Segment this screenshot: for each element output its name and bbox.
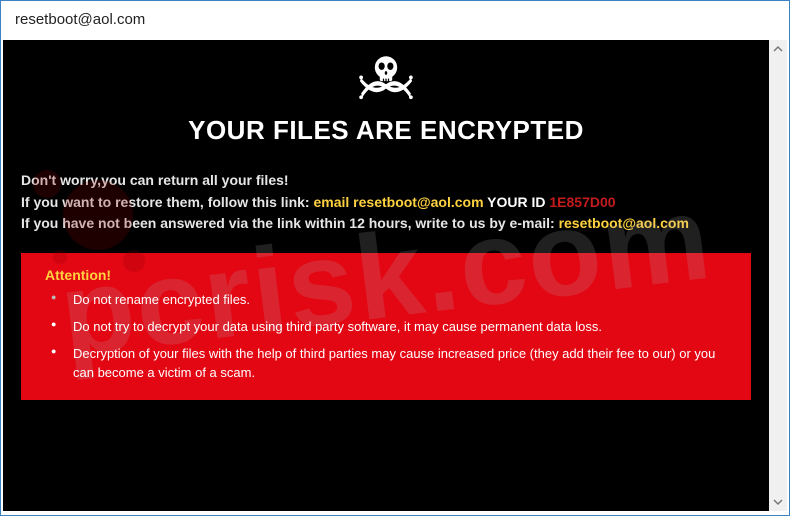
user-id: 1E857D00 xyxy=(549,194,615,210)
attention-item: Do not rename encrypted files. xyxy=(45,291,727,310)
scroll-down-arrow-icon[interactable] xyxy=(769,493,787,511)
window-title: resetboot@aol.com xyxy=(15,11,145,28)
vertical-scrollbar[interactable] xyxy=(769,40,787,511)
intro-email-label: email xyxy=(313,194,353,210)
scroll-up-arrow-icon[interactable] xyxy=(769,40,787,58)
your-id-label: YOUR ID xyxy=(484,194,550,210)
pirate-skull-icon xyxy=(21,50,751,111)
attention-item: Decryption of your files with the help o… xyxy=(45,345,727,383)
attention-item: Do not try to decrypt your data using th… xyxy=(45,318,727,337)
app-window: resetboot@aol.com pcrisk.com xyxy=(0,0,790,516)
window-titlebar: resetboot@aol.com xyxy=(1,1,789,38)
ransom-note-content: pcrisk.com YOUR FILES xyxy=(3,40,769,511)
contact-email-1: resetboot@aol.com xyxy=(353,194,483,210)
attention-list: Do not rename encrypted files. Do not tr… xyxy=(45,291,727,382)
contact-email-2: resetboot@aol.com xyxy=(559,215,689,231)
headline: YOUR FILES ARE ENCRYPTED xyxy=(21,115,751,146)
content-wrapper: pcrisk.com YOUR FILES xyxy=(1,38,789,515)
